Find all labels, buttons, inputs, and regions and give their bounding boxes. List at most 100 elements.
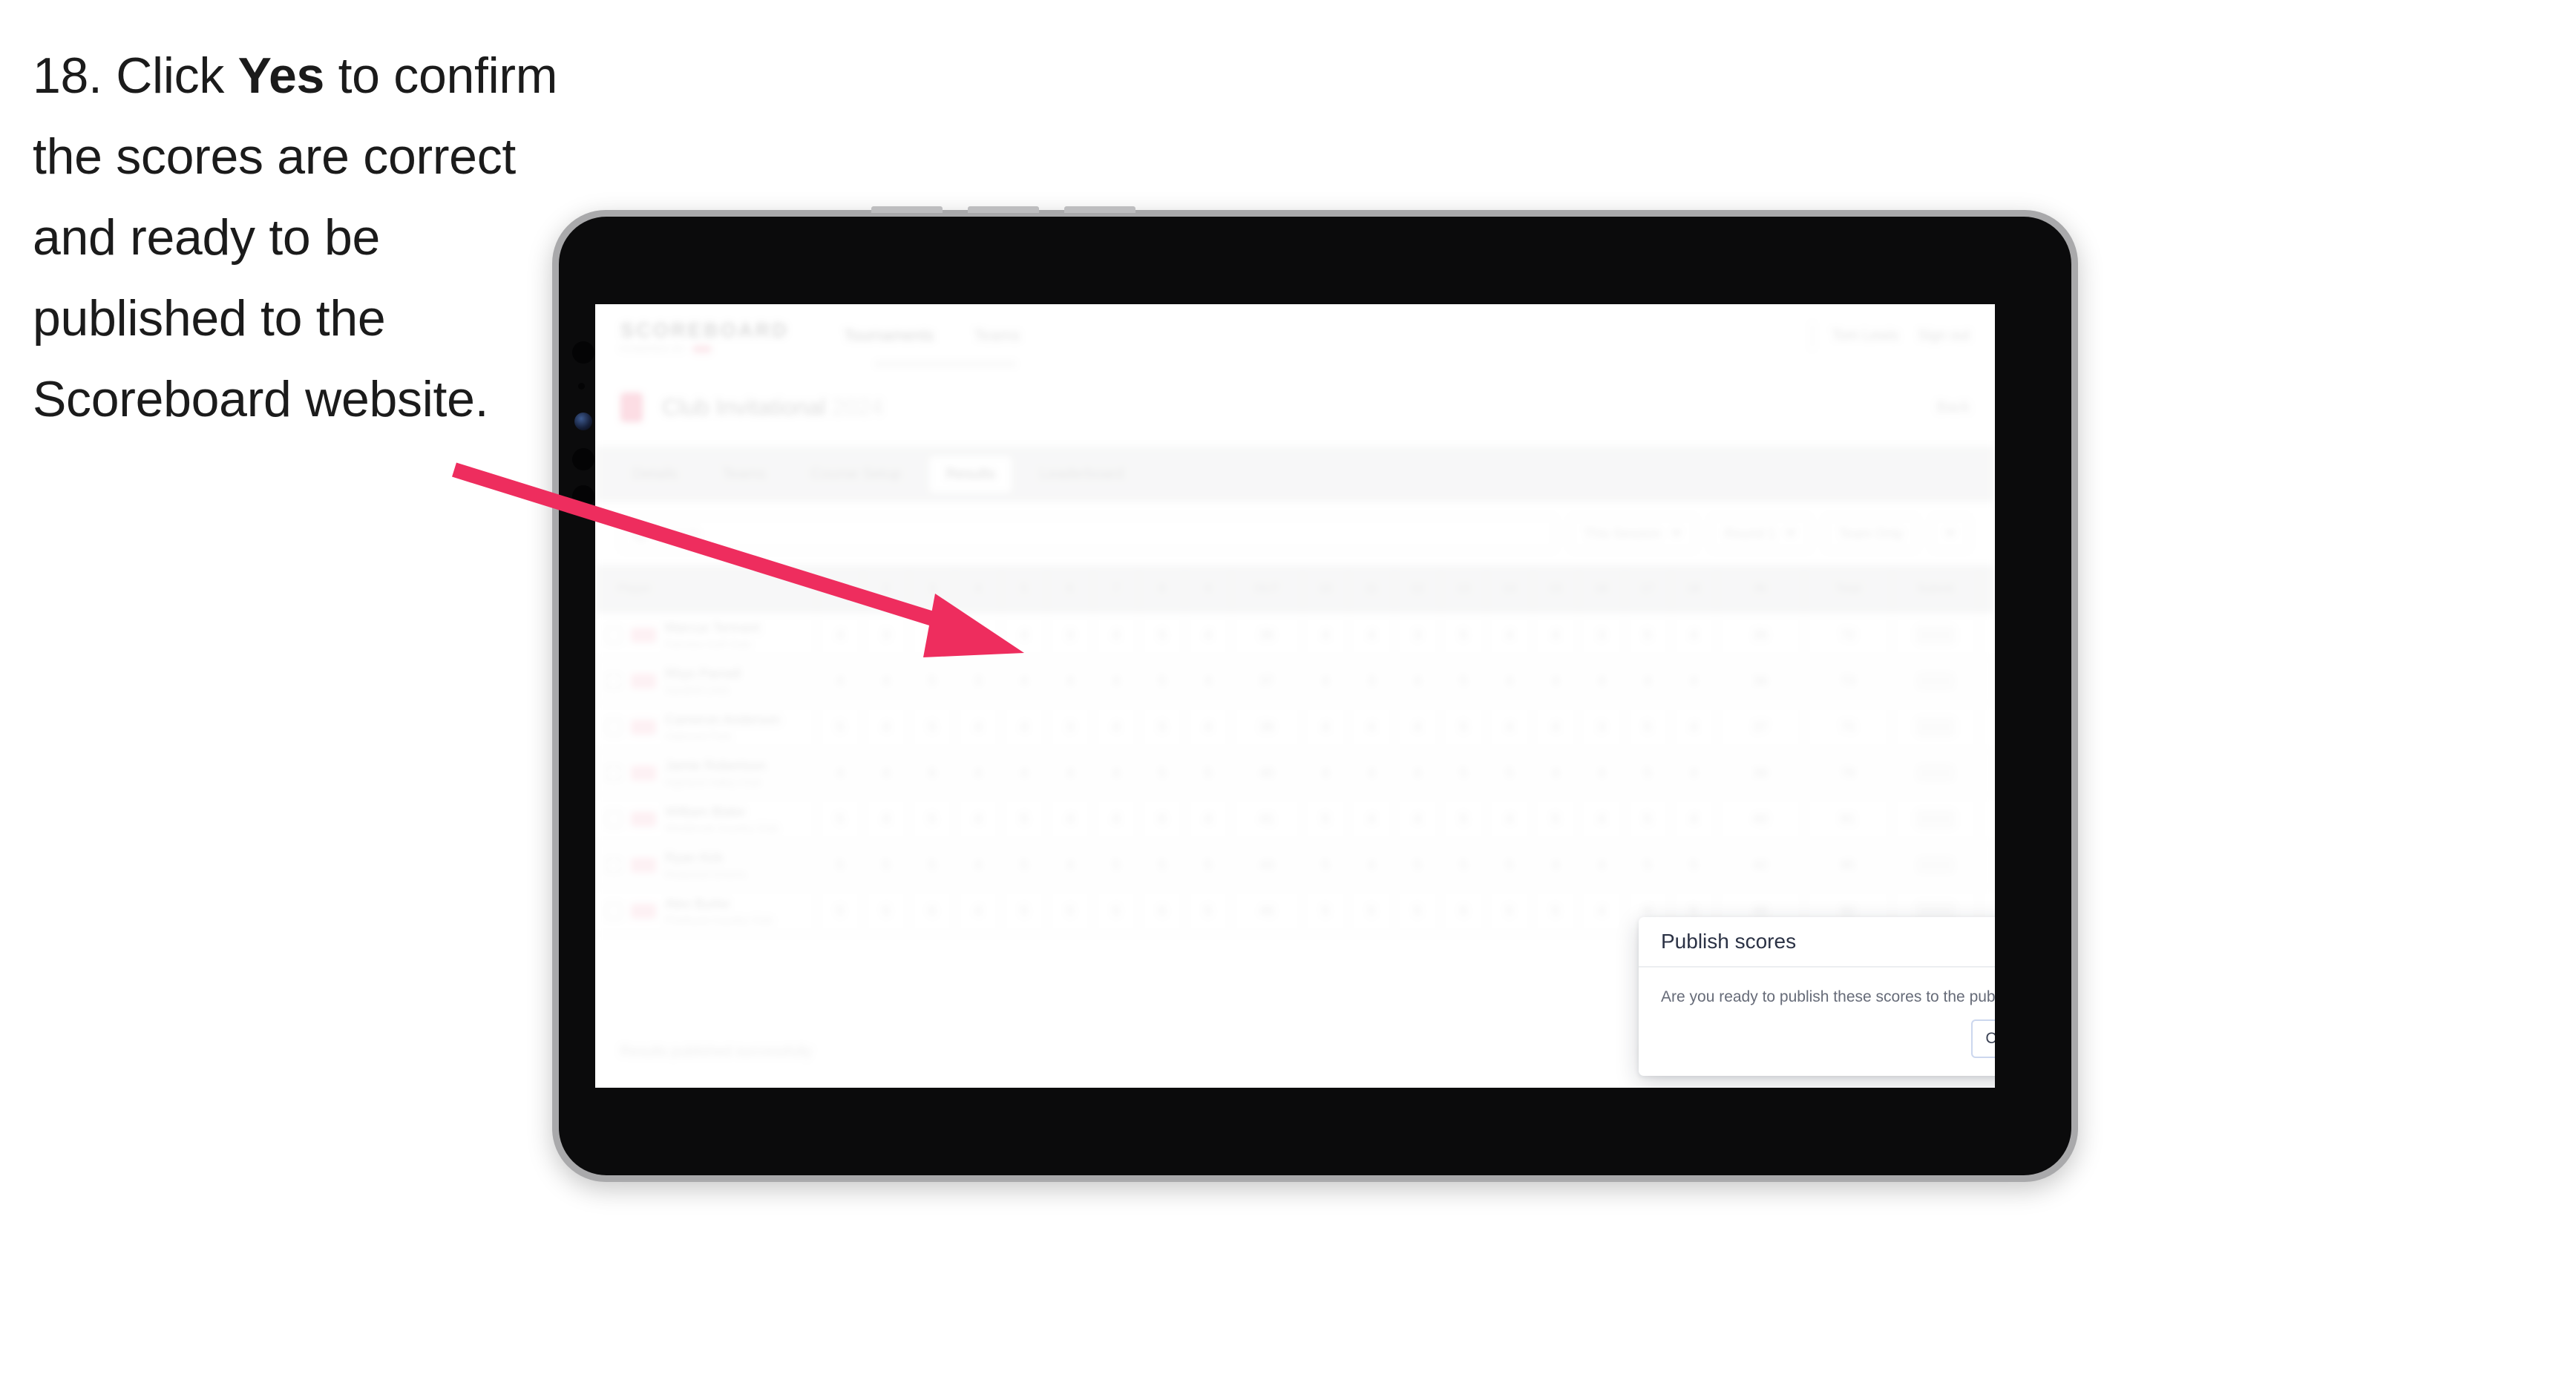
cell-hole-5[interactable]: 4 [1002,751,1048,795]
cell-hole-14[interactable]: 5 [1487,889,1533,933]
cell-hole-13[interactable]: 5 [1441,705,1487,749]
cell-hole-14[interactable]: 5 [1487,843,1533,887]
row-checkbox[interactable] [606,903,622,919]
cell-hole-16[interactable]: 4 [1579,751,1625,795]
brand-logo[interactable]: SCOREBOARD POWERED BY [620,319,789,354]
cell-hole-11[interactable]: 3 [1349,659,1395,703]
cell-hole-15[interactable]: 4 [1533,705,1579,749]
cell-hole-2[interactable]: 4 [864,659,910,703]
row-checkbox[interactable] [606,719,622,735]
cell-hole-5[interactable]: 5 [1002,843,1048,887]
cell-hole-2[interactable]: 5 [864,843,910,887]
cell-hole-8[interactable]: 5 [1140,613,1186,657]
cell-hole-13[interactable]: 5 [1441,843,1487,887]
cell-hole-16[interactable]: 4 [1579,889,1625,933]
cell-hole-1[interactable]: 4 [818,751,864,795]
cell-hole-11[interactable]: 4 [1349,613,1395,657]
cell-hole-1[interactable]: 4 [818,613,864,657]
cell-hole-8[interactable]: 5 [1140,705,1186,749]
cell-hole-4[interactable]: 4 [956,751,1002,795]
cell-hole-8[interactable]: 5 [1140,659,1186,703]
cell-hole-15[interactable]: 4 [1533,613,1579,657]
nav-item-teams[interactable]: Teams [974,327,1020,345]
cell-hole-6[interactable]: 4 [1048,797,1094,841]
cell-hole-11[interactable]: 4 [1349,797,1395,841]
cell-hole-10[interactable]: 4 [1303,705,1349,749]
sign-out-link[interactable]: Sign out [1918,328,1970,344]
cell-hole-11[interactable]: 4 [1349,843,1395,887]
cell-hole-2[interactable]: 4 [864,751,910,795]
table-row[interactable]: Jamie Robertson Highland Valley Club 4 4 6 4 4… [595,751,1995,797]
submit-pill[interactable] [1916,764,1955,782]
cell-hole-11[interactable]: 5 [1349,889,1395,933]
cell-submit[interactable] [1892,705,1980,749]
tab-leaderboard[interactable]: Leaderboard [1023,456,1140,493]
cell-hole-OUT[interactable]: 40 [1232,751,1303,795]
cell-hole-4[interactable]: 4 [956,705,1002,749]
cell-hole-9[interactable]: 4 [1186,659,1232,703]
cell-hole-16[interactable]: 3 [1579,705,1625,749]
cell-hole-3[interactable]: 5 [910,705,956,749]
cell-hole-10[interactable]: 5 [1303,843,1349,887]
cell-hole-9[interactable]: 4 [1186,705,1232,749]
cell-hole-OUT[interactable]: 41 [1232,797,1303,841]
cell-hole-8[interactable]: 5 [1140,751,1186,795]
cell-submit[interactable] [1892,613,1980,657]
cell-hole-6[interactable]: 4 [1048,659,1094,703]
cell-hole-OUT[interactable]: 37 [1232,659,1303,703]
cell-hole-15[interactable]: 4 [1533,659,1579,703]
filter-session-select[interactable]: This Session [1569,516,1697,551]
cell-hole-12[interactable]: 5 [1395,889,1441,933]
cell-hole-9[interactable]: 4 [1186,613,1232,657]
cell-hole-18[interactable]: 4 [1671,705,1717,749]
cell-hole-3[interactable]: 5 [910,843,956,887]
cell-hole-17[interactable]: 4 [1625,659,1671,703]
cell-hole-7[interactable]: 4 [1094,797,1140,841]
row-checkbox[interactable] [606,673,622,689]
table-row[interactable]: William Blake Westbrook Country Club 5 4 5 4 5… [595,797,1995,843]
cell-hole-12[interactable]: 4 [1395,751,1441,795]
cell-hole-14[interactable]: 4 [1487,659,1533,703]
cell-hole-17[interactable]: 5 [1625,751,1671,795]
back-link[interactable]: Back [1937,399,1970,416]
cell-hole-OUT[interactable]: 46 [1232,889,1303,933]
cell-hole-OUT[interactable]: 43 [1232,843,1303,887]
cell-hole-4[interactable]: 3 [956,659,1002,703]
search-input[interactable]: Search [620,516,1556,551]
cell-hole-9[interactable]: 5 [1186,843,1232,887]
cell-hole-17[interactable]: 5 [1625,843,1671,887]
table-row[interactable]: Rhys Parnell Sandhill Links 4 4 5 3 4 4 4 5 4 37 4 3 4… [595,659,1995,705]
cell-hole-OUT[interactable]: 38 [1232,705,1303,749]
cell-hole-6[interactable]: 3 [1048,613,1094,657]
tablet-volume-down-button[interactable] [968,206,1039,213]
cell-hole-7[interactable]: 5 [1094,843,1140,887]
cancel-button[interactable]: Cancel [1971,1019,1995,1058]
cell-hole-OUT[interactable]: 36 [1232,613,1303,657]
cell-hole-14[interactable]: 4 [1487,613,1533,657]
submit-pill[interactable] [1916,672,1955,690]
cell-hole-10[interactable]: 5 [1303,889,1349,933]
cell-hole-13[interactable]: 5 [1441,613,1487,657]
cell-hole-9[interactable]: 4 [1186,797,1232,841]
cell-hole-1[interactable]: 5 [818,797,864,841]
cell-hole-17[interactable]: 5 [1625,705,1671,749]
cell-hole-3[interactable]: 5 [910,659,956,703]
submit-pill[interactable] [1916,810,1955,828]
cell-hole-3[interactable]: 5 [910,613,956,657]
cell-hole-7[interactable]: 4 [1094,613,1140,657]
cell-hole-14[interactable]: 4 [1487,797,1533,841]
cell-hole-5[interactable]: 5 [1002,797,1048,841]
submit-pill[interactable] [1916,626,1955,644]
tablet-power-button[interactable] [1064,206,1135,213]
tab-teams[interactable]: Teams [706,456,782,493]
cell-hole-12[interactable]: 5 [1395,843,1441,887]
cell-hole-4[interactable]: 4 [956,843,1002,887]
cell-hole-9[interactable]: 5 [1186,751,1232,795]
cell-submit[interactable] [1892,751,1980,795]
tab-course-setup[interactable]: Course Setup [794,456,917,493]
cell-hole-12[interactable]: 4 [1395,797,1441,841]
cell-hole-5[interactable]: 4 [1002,613,1048,657]
cell-hole-16[interactable]: 4 [1579,659,1625,703]
tablet-volume-up-button[interactable] [871,206,943,213]
cell-hole-11[interactable]: 4 [1349,751,1395,795]
